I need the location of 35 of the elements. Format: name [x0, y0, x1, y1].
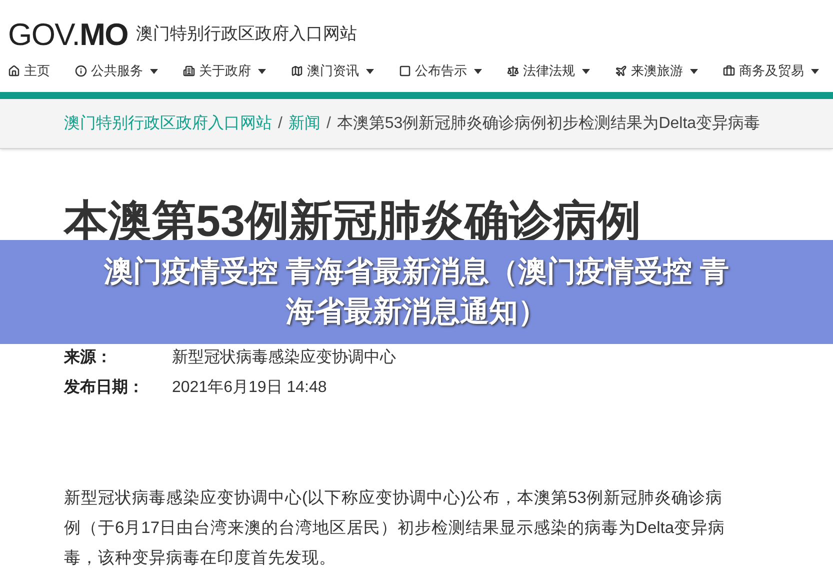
meta-value: 2021年6月19日 14:48 [172, 378, 327, 398]
article-paragraph: 新型冠状病毒感染应变协调中心(以下称应变协调中心)公布，本澳第53例新冠肺炎确诊病例（于6月17日由台湾来澳的台湾地区居民）初步检测结果显示感染的病毒为Delta变异病毒，该种变异病毒在印度首先发现。 [64, 488, 726, 569]
nav-item[interactable]: 公共服务 [75, 61, 158, 81]
nav-item[interactable]: 商务及贸易 [723, 61, 819, 81]
caret-icon [690, 68, 698, 74]
caret-icon [150, 68, 158, 74]
nav-item[interactable]: 法律法规 [507, 61, 590, 81]
nav-item[interactable]: 主页 [8, 61, 50, 81]
home-icon [8, 65, 20, 77]
nav-item[interactable]: 来澳旅游 [615, 61, 698, 81]
caret-icon [811, 68, 819, 74]
plane-icon [615, 65, 627, 77]
banner-text: 澳门疫情受控 青海省最新消息（澳门疫情受控 青 [104, 254, 730, 290]
briefcase-icon [723, 65, 735, 77]
nav-item[interactable]: 公布告示 [399, 61, 482, 81]
caret-icon [258, 68, 266, 74]
site-logo[interactable]: GOV.MO [8, 19, 128, 50]
square-icon [399, 65, 411, 77]
nav-item[interactable]: 关于政府 [183, 61, 266, 81]
breadcrumb-separator: / [326, 114, 331, 134]
breadcrumb-separator: / [278, 114, 282, 134]
info-icon [75, 65, 87, 77]
building-icon [183, 65, 195, 77]
scale-icon [507, 65, 519, 77]
banner-text: 海省最新消息通知） [286, 294, 547, 330]
site-name: 澳门特别行政区政府入口网站 [136, 22, 357, 44]
caret-icon [474, 68, 482, 74]
breadcrumb-current: 本澳第53例新冠肺炎确诊病例初步检测结果为Delta变异病毒 [336, 114, 760, 134]
caret-icon [366, 68, 374, 74]
meta-value: 新型冠状病毒感染应变协调中心 [172, 348, 396, 368]
meta-label: 发布日期： [64, 378, 145, 398]
meta-label: 来源： [64, 348, 113, 368]
map-icon [291, 65, 303, 77]
nav-item[interactable]: 澳门资讯 [291, 61, 374, 81]
caret-icon [582, 68, 590, 74]
